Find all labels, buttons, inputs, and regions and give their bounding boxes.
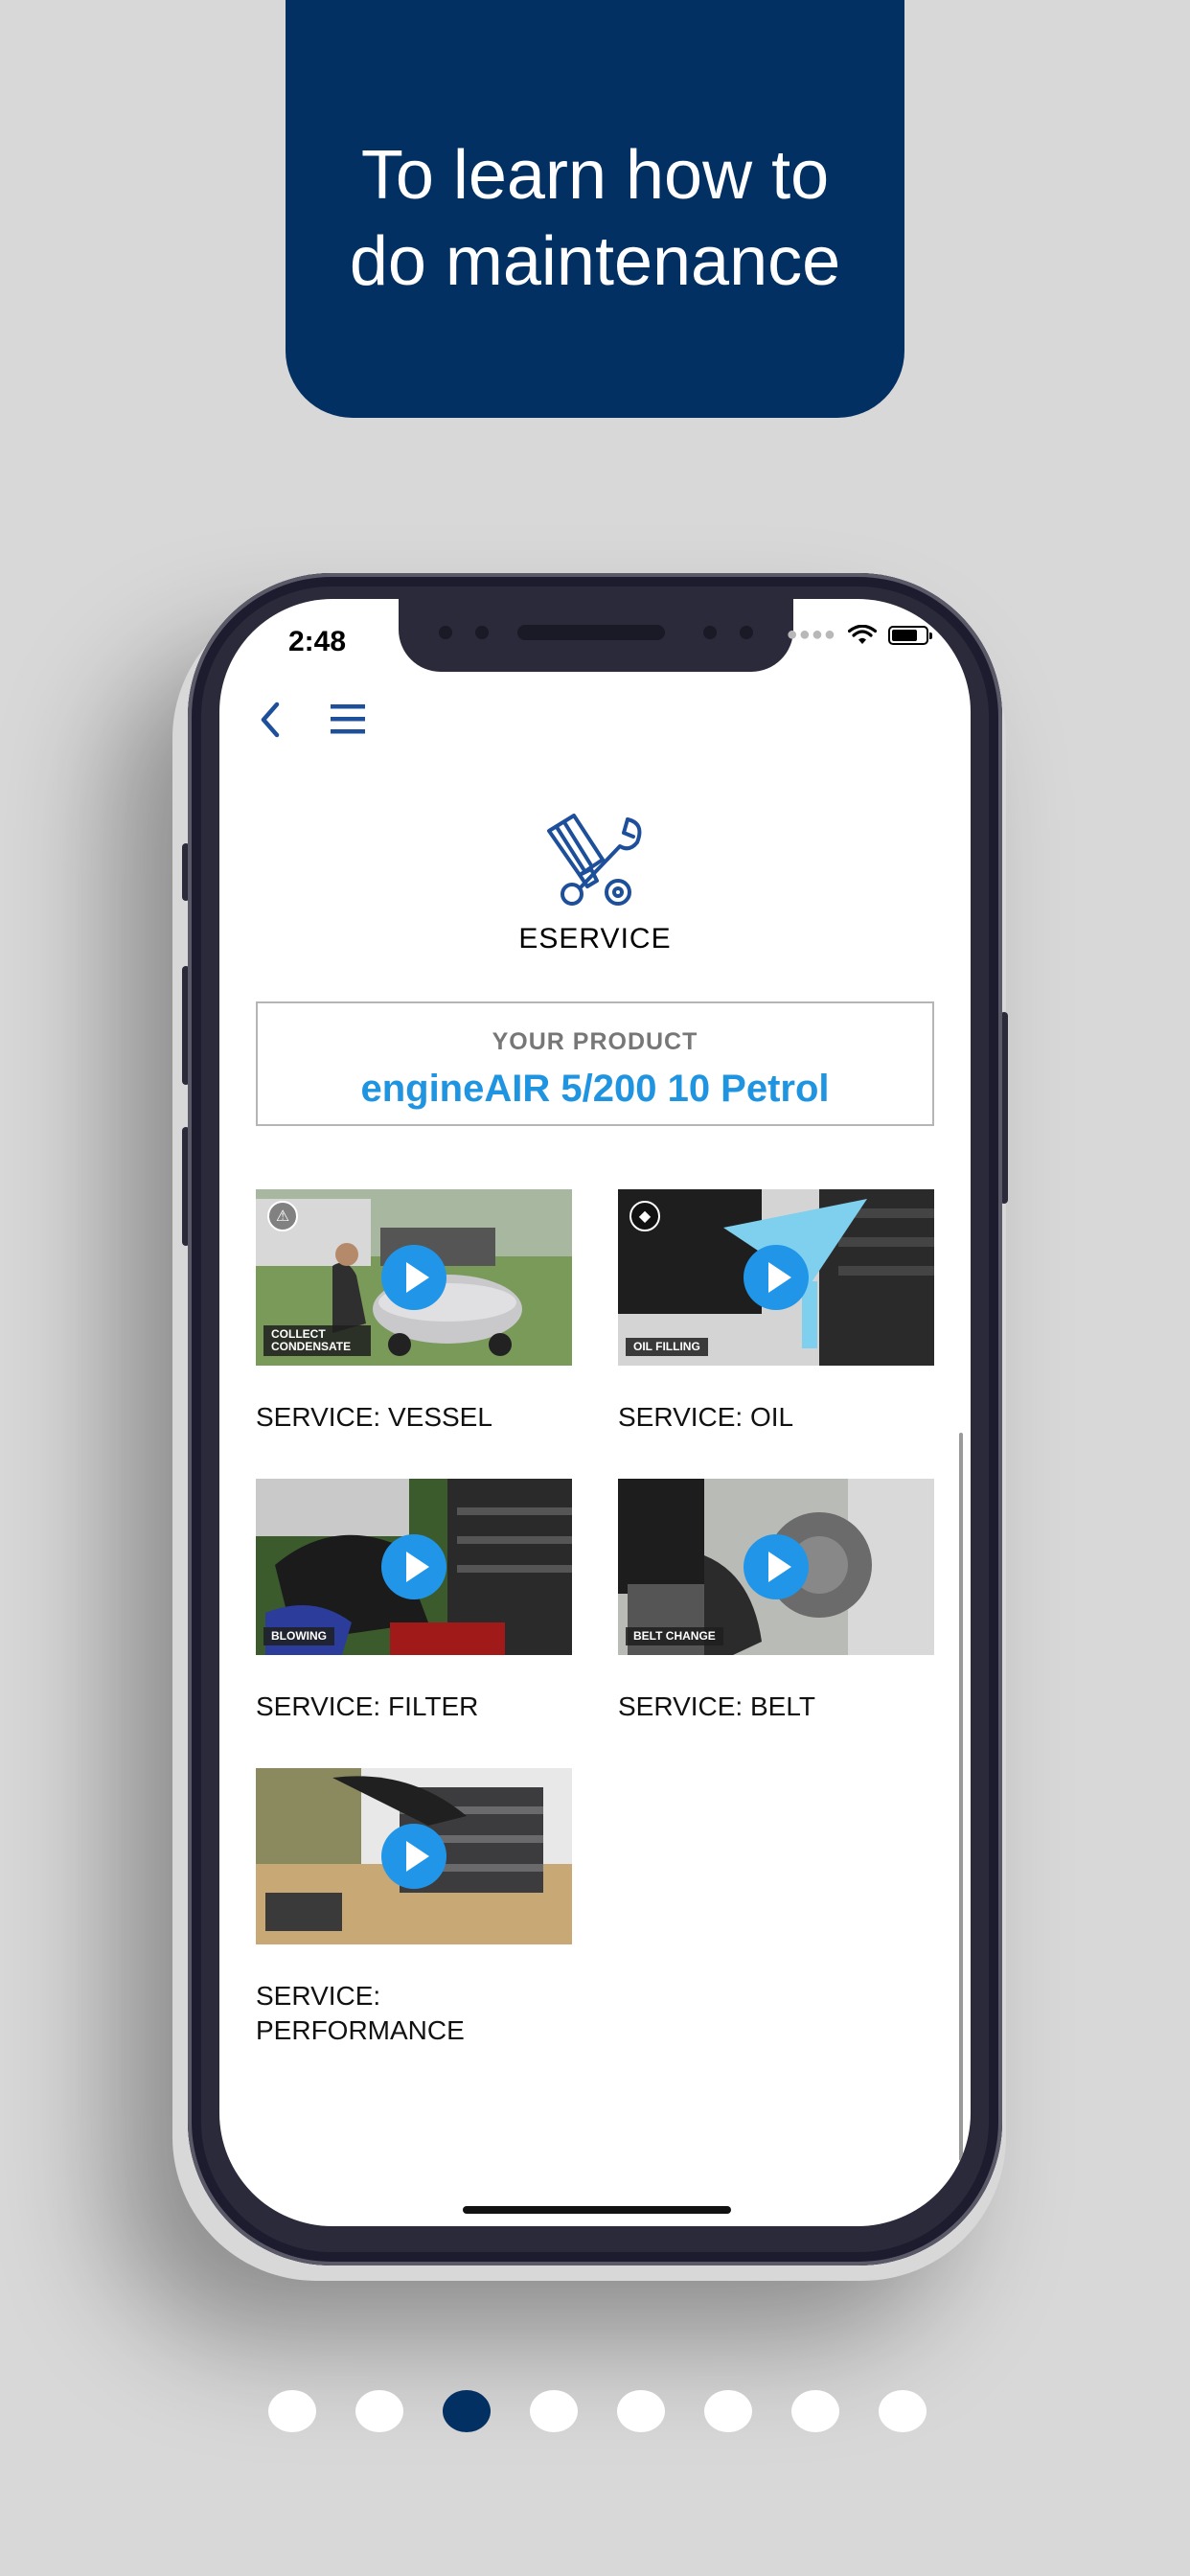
back-button[interactable] — [252, 699, 290, 741]
video-tag: COLLECT CONDENSATE — [263, 1325, 371, 1356]
video-label-oil: SERVICE: OIL — [618, 1402, 794, 1432]
product-name: engineAIR 5/200 10 Petrol — [360, 1068, 830, 1110]
video-label-belt: SERVICE: BELT — [618, 1691, 815, 1721]
notch-sensor — [740, 626, 753, 639]
pager-dot[interactable] — [268, 2390, 316, 2432]
wifi-icon — [848, 624, 877, 644]
product-label: YOUR PRODUCT — [492, 1028, 698, 1055]
pager-dot[interactable] — [530, 2390, 578, 2432]
signal-icon: ●●●● — [786, 624, 836, 645]
play-icon — [744, 1245, 809, 1310]
pager-dot[interactable] — [704, 2390, 752, 2432]
notch-sensor — [703, 626, 717, 639]
status-icons: ●●●● — [786, 624, 932, 646]
video-thumbnail-oil[interactable]: ◆ OIL FILLING — [618, 1189, 934, 1366]
home-indicator[interactable] — [463, 2206, 731, 2214]
chevron-left-icon — [261, 702, 280, 738]
warning-icon: ⚠ — [267, 1201, 298, 1231]
video-label-filter: SERVICE: FILTER — [256, 1691, 479, 1721]
notch-camera — [475, 626, 489, 639]
video-tag: BELT CHANGE — [626, 1627, 723, 1645]
pager-dot-active[interactable] — [443, 2390, 491, 2432]
play-icon — [381, 1245, 446, 1310]
video-thumbnail-belt[interactable]: BELT CHANGE — [618, 1479, 934, 1655]
pager-dot[interactable] — [617, 2390, 665, 2432]
play-icon — [381, 1534, 446, 1599]
play-icon — [744, 1534, 809, 1599]
promo-banner: To learn how to do maintenance — [286, 0, 904, 418]
video-label-performance: SERVICE: PERFORMANCE — [256, 1981, 465, 2045]
video-thumbnail-vessel[interactable]: ⚠ COLLECT CONDENSATE — [256, 1189, 572, 1366]
status-time: 2:48 — [288, 626, 347, 657]
menu-button[interactable] — [327, 699, 369, 741]
pager-dot[interactable] — [879, 2390, 927, 2432]
service-title: ESERVICE — [518, 923, 672, 954]
video-label-vessel: SERVICE: VESSEL — [256, 1402, 492, 1432]
phone-screen: 2:48 ●●●● ESERVICE YOUR PRODUCT engineAI… — [219, 599, 971, 2226]
video-thumbnail-filter[interactable]: BLOWING — [256, 1479, 572, 1655]
wrench-and-brush-icon — [547, 814, 642, 906]
product-card: YOUR PRODUCT engineAIR 5/200 10 Petrol — [256, 1001, 934, 1126]
original-badge-icon: ◆ — [629, 1201, 660, 1231]
play-icon — [381, 1824, 446, 1889]
notch-sensor — [439, 626, 452, 639]
video-tag: OIL FILLING — [626, 1338, 708, 1356]
video-tag: BLOWING — [263, 1627, 334, 1645]
battery-icon — [888, 625, 932, 645]
pager-dot[interactable] — [791, 2390, 839, 2432]
banner-line-1: To learn how to — [360, 137, 830, 214]
phone-notch — [399, 599, 793, 672]
pager-dot[interactable] — [355, 2390, 403, 2432]
notch-speaker — [517, 625, 665, 640]
video-thumbnail-performance[interactable] — [256, 1768, 572, 1944]
page-indicator — [268, 2390, 927, 2432]
banner-line-2: do maintenance — [349, 223, 841, 300]
scrollbar[interactable] — [959, 1433, 963, 2161]
hamburger-menu-icon — [331, 704, 365, 734]
